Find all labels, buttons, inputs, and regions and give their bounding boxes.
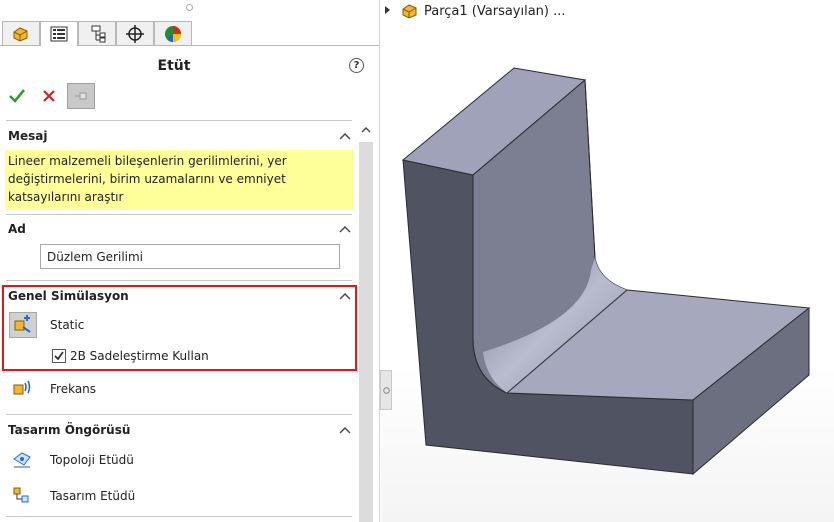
- display-manager-tab[interactable]: [154, 21, 192, 45]
- name-header: Ad: [8, 222, 26, 236]
- divider: [6, 280, 352, 281]
- pin-button[interactable]: [67, 83, 95, 109]
- panel-splitter[interactable]: [380, 370, 392, 410]
- property-manager-tab[interactable]: [40, 21, 78, 46]
- property-manager-icon: [50, 26, 68, 42]
- property-manager-panel: Etüt ? Mesaj Lineer malzemeli bileşenler…: [0, 0, 380, 522]
- help-icon[interactable]: ?: [349, 58, 364, 73]
- part-tree-label[interactable]: Parça1 (Varsayılan) ...: [424, 4, 566, 19]
- divider: [6, 120, 352, 121]
- scroll-up-icon[interactable]: [360, 124, 372, 136]
- chevron-up-icon[interactable]: [338, 130, 352, 142]
- message-text: Lineer malzemeli bileşenlerin gerilimler…: [5, 150, 353, 210]
- divider: [6, 414, 352, 415]
- design-study-label[interactable]: Tasarım Etüdü: [50, 489, 135, 503]
- check-icon[interactable]: [8, 87, 26, 105]
- panel-grip[interactable]: [186, 4, 193, 11]
- design-study-icon: [13, 487, 29, 503]
- design-study-button[interactable]: [9, 483, 37, 509]
- chevron-up-icon[interactable]: [338, 223, 352, 235]
- tree-expand-arrow[interactable]: [385, 6, 390, 14]
- message-header: Mesaj: [8, 129, 48, 143]
- chevron-up-icon[interactable]: [338, 424, 352, 436]
- feature-manager-icon: [13, 26, 28, 42]
- configuration-manager-icon: [91, 25, 106, 42]
- pin-icon: [75, 92, 87, 100]
- frequency-study-icon: [13, 380, 31, 395]
- frequency-label[interactable]: Frekans: [50, 382, 96, 396]
- dim-xpert-tab[interactable]: [116, 21, 154, 45]
- feature-manager-tab[interactable]: [2, 21, 40, 45]
- topology-study-button[interactable]: [9, 446, 37, 472]
- highlight-box: [2, 285, 357, 371]
- manager-tabbar: [0, 20, 379, 46]
- panel-title: Etüt: [157, 58, 191, 74]
- design-insight-header: Tasarım Öngörüsü: [8, 423, 131, 437]
- configuration-manager-tab[interactable]: [78, 21, 116, 45]
- close-icon[interactable]: [40, 87, 58, 105]
- l-bracket-model[interactable]: [381, 0, 834, 522]
- study-name-input[interactable]: [40, 244, 340, 269]
- panel-scrollbar[interactable]: [357, 120, 375, 522]
- scrollbar-thumb[interactable]: [359, 142, 373, 522]
- divider: [6, 516, 352, 517]
- crosshair-icon: [126, 24, 144, 43]
- frequency-button[interactable]: [9, 376, 37, 402]
- part-icon: [402, 4, 417, 19]
- splitter-grip-icon: [382, 386, 390, 394]
- divider: [6, 214, 352, 215]
- display-manager-icon: [165, 25, 181, 42]
- topology-study-icon: [13, 452, 31, 468]
- topology-study-label[interactable]: Topoloji Etüdü: [50, 453, 134, 467]
